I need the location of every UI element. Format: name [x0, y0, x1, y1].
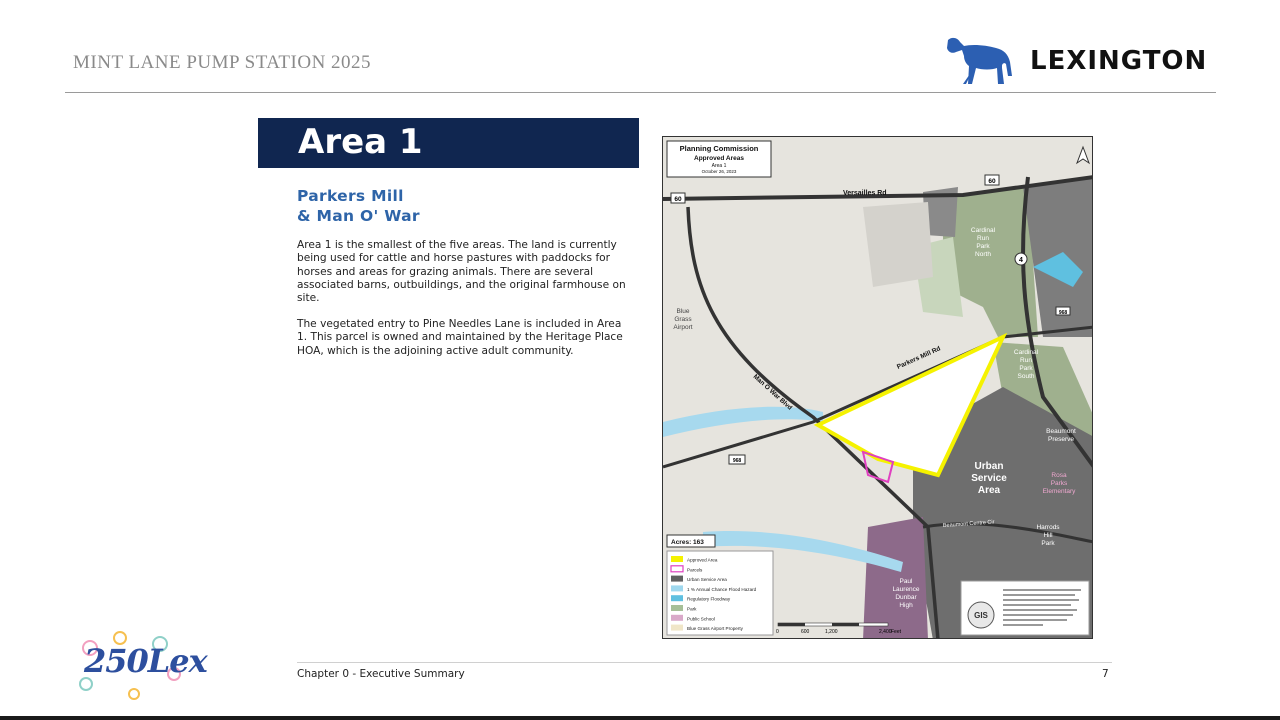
legend-swatch	[670, 565, 684, 573]
legend-item: Approved Area	[671, 556, 718, 563]
footer-chapter: Chapter 0 - Executive Summary	[297, 668, 465, 680]
legend-swatch	[671, 595, 683, 602]
label-urban-service-area: Area	[978, 485, 1001, 496]
250lex-logo: 250Lex	[70, 628, 208, 704]
svg-text:968: 968	[733, 458, 742, 464]
label-beaumont-preserve: Preserve	[1048, 436, 1074, 443]
header-divider	[65, 92, 1216, 93]
svg-text:1,200: 1,200	[825, 629, 838, 635]
label-cardinal-south: Park	[1019, 365, 1033, 372]
label-cardinal-north: Cardinal	[971, 227, 996, 234]
legend-item: Public School	[671, 614, 715, 621]
label-paul-dunbar: High	[899, 602, 913, 609]
legend-label: Approved Area	[687, 558, 718, 563]
legend-label: 1 % Annual Chance Flood Hazard	[687, 587, 757, 592]
route-shield: 968	[1055, 306, 1071, 316]
bottom-border	[0, 716, 1280, 720]
label-harrods-hill: Park	[1041, 540, 1055, 547]
label-cardinal-north: North	[975, 251, 991, 258]
label-paul-dunbar: Dunbar	[895, 594, 917, 601]
legend-label: Urban Service Area	[687, 577, 727, 582]
section-subtitle: Parkers Mill & Man O' War	[297, 186, 597, 226]
gis-label: GIS	[974, 611, 988, 620]
page-number: 7	[1102, 668, 1109, 680]
label-bluegrass-airport: Blue	[676, 308, 689, 315]
road-label-versailles: Versailles Rd	[843, 190, 887, 197]
svg-text:60: 60	[988, 178, 996, 185]
lexington-logo: LEXINGTON	[942, 32, 1222, 88]
label-paul-dunbar: Paul	[899, 578, 913, 585]
map-title-date: October 26, 2023	[702, 169, 737, 174]
legend-item: Regulatory Floodway	[671, 595, 731, 602]
subtitle-line-2: & Man O' War	[297, 207, 420, 225]
legend-swatch	[671, 605, 683, 611]
label-cardinal-south: Cardinal	[1014, 349, 1039, 356]
route-shield: 60	[670, 192, 686, 204]
label-rosa-parks: Elementary	[1043, 488, 1077, 495]
acres-label: Acres: 163	[671, 539, 704, 546]
legend-swatch	[671, 575, 683, 582]
map-title-line-2: Approved Areas	[694, 155, 744, 162]
logo-text: LEXINGTON	[1030, 46, 1208, 76]
svg-text:Feet: Feet	[891, 629, 902, 635]
area-map: Planning Commission Approved Areas Area …	[662, 136, 1093, 639]
250lex-text: 250Lex	[84, 642, 208, 680]
label-bluegrass-airport: Grass	[674, 316, 692, 323]
horse-icon	[947, 37, 1012, 84]
label-paul-dunbar: Laurence	[892, 586, 919, 593]
label-cardinal-south: South	[1018, 373, 1035, 380]
legend-label: Park	[687, 607, 697, 612]
label-urban-service-area: Service	[971, 473, 1007, 484]
legend-label: Public School	[687, 616, 715, 621]
label-bluegrass-airport: Airport	[673, 324, 692, 331]
label-cardinal-north: Park	[976, 243, 990, 250]
svg-text:968: 968	[1059, 310, 1068, 316]
map-title-line-1: Planning Commission	[680, 144, 759, 153]
label-rosa-parks: Rosa	[1051, 472, 1067, 479]
label-cardinal-south: Run	[1020, 357, 1032, 364]
label-cardinal-north: Run	[977, 235, 989, 242]
svg-text:600: 600	[801, 629, 810, 635]
footer-divider	[297, 662, 1112, 663]
svg-text:2,400: 2,400	[879, 629, 892, 635]
legend-item: Urban Service Area	[671, 575, 727, 582]
legend-swatch	[671, 556, 683, 562]
legend-swatch	[671, 585, 683, 592]
legend-item: Blue Grass Airport Property	[671, 624, 744, 631]
label-beaumont-preserve: Beaumont	[1046, 428, 1076, 435]
map-legend	[666, 550, 774, 636]
label-rosa-parks: Parks	[1051, 480, 1068, 487]
subdivision	[863, 202, 933, 287]
legend-label: Regulatory Floodway	[687, 597, 731, 602]
route-shield: 4	[1014, 252, 1028, 266]
svg-text:4: 4	[1019, 257, 1023, 264]
legend-swatch	[671, 624, 683, 631]
label-harrods-hill: Hill	[1043, 532, 1053, 539]
legend-item: Parcels	[670, 565, 703, 573]
legend-label: Parcels	[687, 567, 703, 572]
route-shield: 60	[984, 174, 1000, 186]
description-paragraph-2: The vegetated entry to Pine Needles Lane…	[297, 318, 623, 357]
area-banner-label: Area 1	[298, 122, 423, 162]
legend-swatch	[671, 614, 683, 621]
description-paragraph-1: Area 1 is the smallest of the five areas…	[297, 239, 626, 305]
legend-label: Blue Grass Airport Property	[687, 626, 744, 631]
area-banner: Area 1	[258, 118, 639, 168]
school-area	[863, 517, 928, 638]
svg-text:60: 60	[674, 196, 682, 203]
label-harrods-hill: Harrods	[1036, 524, 1060, 531]
label-urban-service-area: Urban	[975, 461, 1004, 472]
svg-text:0: 0	[776, 629, 779, 635]
page-header-title: MINT LANE PUMP STATION 2025	[73, 52, 372, 73]
subtitle-line-1: Parkers Mill	[297, 187, 404, 205]
route-shield: 968	[728, 454, 746, 465]
